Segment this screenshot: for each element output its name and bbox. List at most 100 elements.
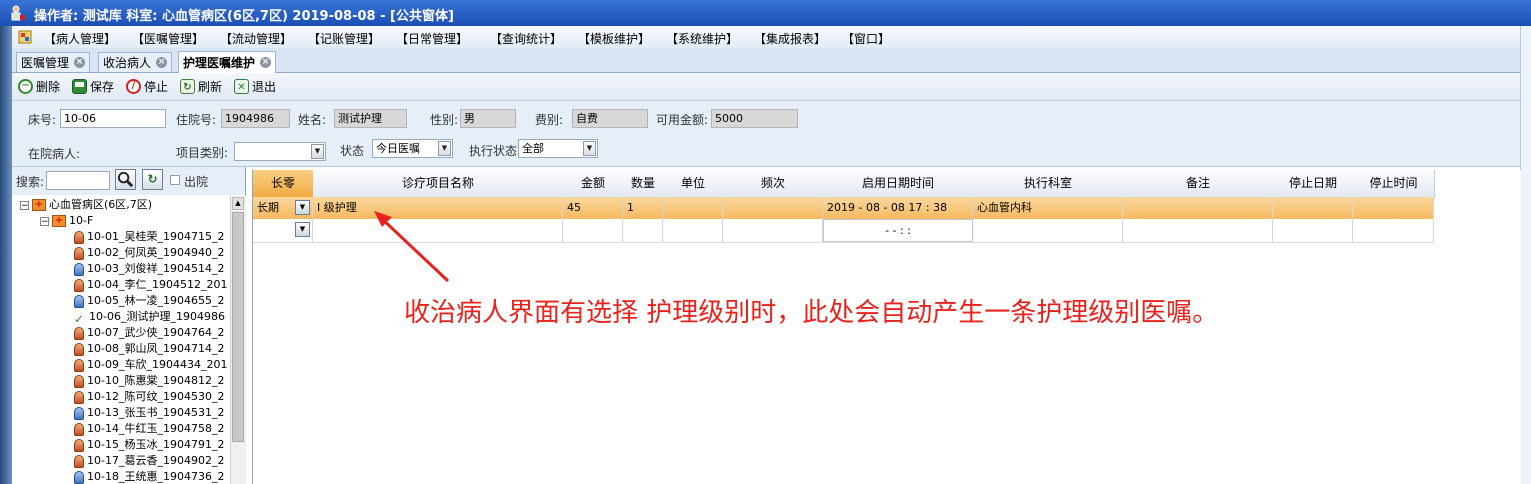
scroll-thumb[interactable] — [232, 212, 244, 442]
menu-billing[interactable]: 【记账管理】 — [308, 30, 380, 47]
chevron-down-icon[interactable]: ▼ — [295, 200, 310, 215]
patient-label: 10-15_杨玉冰_1904791_2 — [87, 438, 225, 451]
menu-daily[interactable]: 【日常管理】 — [396, 30, 468, 47]
menu-system[interactable]: 【系统维护】 — [666, 30, 738, 47]
chevron-down-icon[interactable]: ▼ — [311, 144, 324, 159]
menu-flow[interactable]: 【流动管理】 — [220, 30, 292, 47]
menu-window[interactable]: 【窗口】 — [842, 30, 890, 47]
close-icon[interactable]: × — [156, 57, 168, 68]
cell-unit[interactable] — [663, 219, 723, 242]
search-button[interactable] — [115, 169, 136, 190]
cell-freq[interactable] — [723, 197, 823, 219]
patient-tree-item[interactable]: 10-12_陈可纹_1904530_2 — [74, 389, 224, 405]
cell-note[interactable] — [1123, 219, 1273, 242]
cell-dept[interactable] — [973, 219, 1123, 242]
tab-nursing-orders[interactable]: 护理医嘱维护 × — [178, 51, 277, 73]
patient-tree-item[interactable]: 10-04_李仁_1904512_201 — [74, 277, 227, 293]
cell-qty[interactable] — [623, 219, 663, 242]
patient-tree-item[interactable]: ✓ 10-06_测试护理_1904986 — [74, 309, 225, 326]
cell-unit[interactable] — [663, 197, 723, 219]
cell-type[interactable]: 长期 ▼ — [253, 197, 313, 219]
chevron-down-icon[interactable]: ▼ — [295, 222, 310, 237]
column-header[interactable]: 备注 — [1123, 170, 1274, 198]
column-header[interactable]: 长零 — [253, 170, 314, 198]
cell-type[interactable]: ▼ — [253, 219, 313, 242]
tree-scrollbar[interactable]: ▲ — [230, 196, 246, 484]
cell-stop-date[interactable] — [1273, 219, 1353, 242]
patient-tree-item[interactable]: 10-05_林一凌_1904655_2 — [74, 293, 224, 309]
column-header[interactable]: 停止日期 — [1273, 170, 1354, 198]
menu-query[interactable]: 【查询统计】 — [490, 30, 562, 47]
refresh-button[interactable]: ↻ 刷新 — [180, 78, 222, 95]
delete-button[interactable]: − 删除 — [18, 78, 60, 95]
cell-amount[interactable] — [563, 219, 623, 242]
chevron-down-icon[interactable]: ▼ — [583, 141, 596, 156]
save-button[interactable]: 保存 — [72, 78, 114, 95]
patient-tree-item[interactable]: 10-17_葛云香_1904902_2 — [74, 453, 224, 469]
stop-button[interactable]: / 停止 — [126, 78, 168, 95]
chevron-down-icon[interactable]: ▼ — [438, 141, 451, 156]
exit-button[interactable]: ✕ 退出 — [234, 78, 276, 95]
scroll-up-icon[interactable]: ▲ — [232, 197, 244, 210]
tab-admit-patient[interactable]: 收治病人 × — [98, 52, 173, 72]
column-header[interactable]: 启用日期时间 — [823, 170, 974, 198]
category-select[interactable]: ▼ — [234, 142, 326, 161]
patient-tree-item[interactable]: 10-18_王统惠_1904736_2 — [74, 469, 224, 484]
patient-tree-item[interactable]: 10-15_杨玉冰_1904791_2 — [74, 437, 224, 453]
refresh-tree-button[interactable]: ↻ — [142, 169, 163, 190]
exec-status-select[interactable]: 全部 ▼ — [518, 139, 598, 158]
person-icon — [74, 326, 84, 340]
collapse-icon[interactable]: − — [20, 200, 29, 210]
menu-patient[interactable]: 【病人管理】 — [44, 30, 116, 47]
cell-stop-time[interactable] — [1353, 197, 1434, 219]
tab-order-management[interactable]: 医嘱管理 × — [16, 52, 91, 72]
admission-number-field: 1904986 — [221, 109, 290, 128]
column-header[interactable]: 停止时间 — [1353, 170, 1435, 198]
cell-qty[interactable]: 1 — [623, 197, 663, 219]
save-label: 保存 — [90, 80, 115, 94]
app-icon — [11, 5, 25, 21]
cell-dept[interactable]: 心血管内科 — [973, 197, 1123, 219]
cell-freq[interactable] — [723, 219, 823, 242]
discharged-checkbox[interactable] — [170, 175, 180, 185]
menu-template[interactable]: 【模板维护】 — [578, 30, 650, 47]
patient-search-input[interactable] — [46, 171, 110, 190]
patient-tree-item[interactable]: 10-09_车欣_1904434_201 — [74, 357, 227, 373]
cell-start[interactable]: 2019 - 08 - 08 17 : 38 — [823, 197, 973, 219]
search-icon — [117, 171, 134, 188]
tree-root-ward[interactable]: − + 心血管病区(6区,7区) — [20, 197, 152, 213]
patient-tree-item[interactable]: 10-10_陈惠棠_1904812_2 — [74, 373, 224, 389]
close-icon[interactable]: × — [260, 57, 272, 68]
person-icon — [74, 374, 84, 388]
bed-input[interactable]: 10-06 — [60, 109, 166, 128]
patient-tree-item[interactable]: 10-03_刘俊祥_1904514_2 — [74, 261, 224, 277]
column-header[interactable]: 数量 — [623, 170, 664, 198]
column-header[interactable]: 频次 — [723, 170, 824, 198]
patient-tree-item[interactable]: 10-13_张玉书_1904531_2 — [74, 405, 224, 421]
patient-tree-item[interactable]: 10-14_牛红玉_1904758_2 — [74, 421, 224, 437]
patient-tree-item[interactable]: 10-08_郭山凤_1904714_2 — [74, 341, 224, 357]
cell-stop-time[interactable] — [1353, 219, 1434, 242]
window-menu-icon[interactable] — [18, 30, 32, 44]
collapse-icon[interactable]: − — [40, 216, 49, 226]
cell-start[interactable]: - - : : — [823, 219, 973, 242]
cell-stop-date[interactable] — [1273, 197, 1353, 219]
column-header[interactable]: 执行科室 — [973, 170, 1124, 198]
column-header[interactable]: 单位 — [663, 170, 724, 198]
patient-label: 10-10_陈惠棠_1904812_2 — [87, 374, 225, 387]
bed-label: 床号: — [28, 113, 57, 127]
cell-note[interactable] — [1123, 197, 1273, 219]
column-header[interactable]: 金额 — [563, 170, 624, 198]
menu-reports[interactable]: 【集成报表】 — [754, 30, 826, 47]
patient-tree-item[interactable]: 10-02_何凤英_1904940_2 — [74, 245, 224, 261]
status-select[interactable]: 今日医嘱 ▼ — [372, 139, 453, 158]
cell-amount[interactable]: 45 — [563, 197, 623, 219]
exec-status-label: 执行状态 — [469, 144, 518, 158]
patient-tree-item[interactable]: 10-01_吴桂荣_1904715_2 — [74, 229, 224, 245]
refresh-label: 刷新 — [198, 80, 223, 94]
column-header[interactable]: 诊疗项目名称 — [313, 170, 564, 198]
menu-orders[interactable]: 【医嘱管理】 — [132, 30, 204, 47]
tree-group[interactable]: − + 10-F — [40, 213, 93, 229]
patient-tree-item[interactable]: 10-07_武少侠_1904764_2 — [74, 325, 224, 341]
close-icon[interactable]: × — [74, 57, 86, 68]
